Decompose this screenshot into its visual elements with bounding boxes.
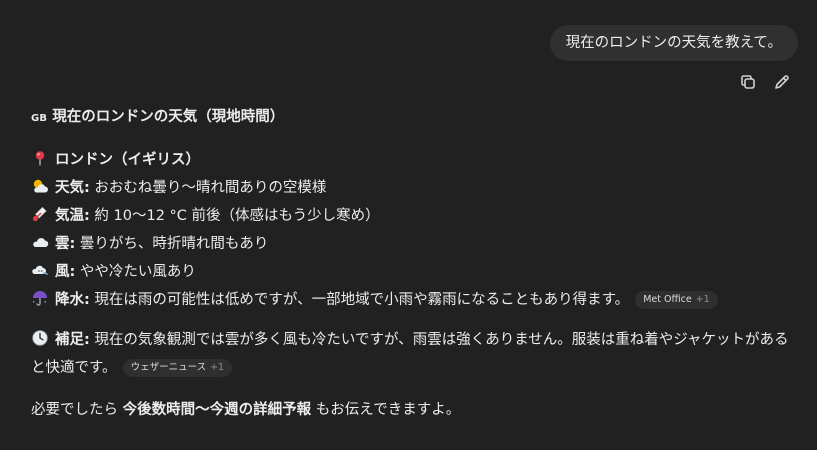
closing-line: 必要でしたら 今後数時間〜今週の詳細予報 もお伝えできますよ。 [31, 396, 801, 424]
closing-prefix: 必要でしたら [31, 402, 118, 418]
thermometer-icon [31, 205, 49, 223]
clock-icon [31, 329, 49, 347]
temperature-line: 気温: 約 10〜12 °C 前後（体感はもう少し寒め） [31, 202, 801, 230]
source-chip-label: ウェザーニュース [130, 362, 207, 373]
umbrella-rain-icon [31, 289, 49, 307]
wind-value: やや冷たい風あり [79, 264, 196, 280]
precip-line: 降水: 現在は雨の可能性は低めですが、一部地域で小雨や霧雨になることもあり得ます… [31, 286, 801, 314]
wind-line: 風: やや冷たい風あり [31, 258, 801, 286]
copy-icon[interactable] [737, 71, 759, 93]
weather-label: 天気 [55, 180, 84, 196]
clouds-label: 雲 [55, 236, 70, 252]
wind-label: 風 [55, 264, 70, 280]
closing-suffix: もお伝えできますよ。 [315, 402, 461, 418]
temperature-label: 気温 [55, 208, 84, 224]
weather-value: おおむね曇り〜晴れ間ありの空模様 [94, 180, 327, 196]
note-paragraph: 補足: 現在の気象観測では雲が多く風も冷たいですが、雨雲は強くありません。服装は… [31, 326, 801, 382]
location-text: ロンドン（イギリス） [55, 152, 200, 168]
sun-behind-cloud-icon [31, 177, 49, 195]
clouds-line: 雲: 曇りがち、時折晴れ間もあり [31, 230, 801, 258]
source-chip-count: +1 [695, 294, 710, 305]
flag-gb: GB [31, 113, 48, 124]
wind-face-icon [31, 261, 49, 279]
user-message-actions [737, 71, 793, 93]
heading-text: 現在のロンドンの天気（現地時間） [52, 109, 285, 125]
clouds-value: 曇りがち、時折晴れ間もあり [79, 236, 269, 252]
precip-value: 現在は雨の可能性は低めですが、一部地域で小雨や霧雨になることもあり得ます。 [94, 292, 630, 308]
response-heading: GB 現在のロンドンの天気（現地時間） [31, 104, 801, 130]
weather-line: 天気: おおむね曇り〜晴れ間ありの空模様 [31, 174, 801, 202]
source-chip-count: +1 [210, 362, 225, 373]
cloud-icon [31, 233, 49, 251]
assistant-message: GB 現在のロンドンの天気（現地時間） ロンドン（イギリス） 天気: おおむね曇り… [31, 104, 801, 424]
source-chip-met-office[interactable]: Met Office +1 [635, 291, 718, 309]
edit-icon[interactable] [771, 71, 793, 93]
closing-bold: 今後数時間〜今週の詳細予報 [122, 402, 312, 418]
location-line: ロンドン（イギリス） [31, 146, 801, 174]
source-chip-weathernews[interactable]: ウェザーニュース +1 [122, 359, 233, 377]
temperature-value: 約 10〜12 °C 前後（体感はもう少し寒め） [94, 208, 380, 224]
user-message-bubble: 現在のロンドンの天気を教えて。 [549, 25, 798, 61]
source-chip-label: Met Office [643, 294, 692, 305]
note-label: 補足 [55, 332, 84, 348]
pin-icon [31, 149, 49, 167]
precip-label: 降水 [55, 292, 84, 308]
